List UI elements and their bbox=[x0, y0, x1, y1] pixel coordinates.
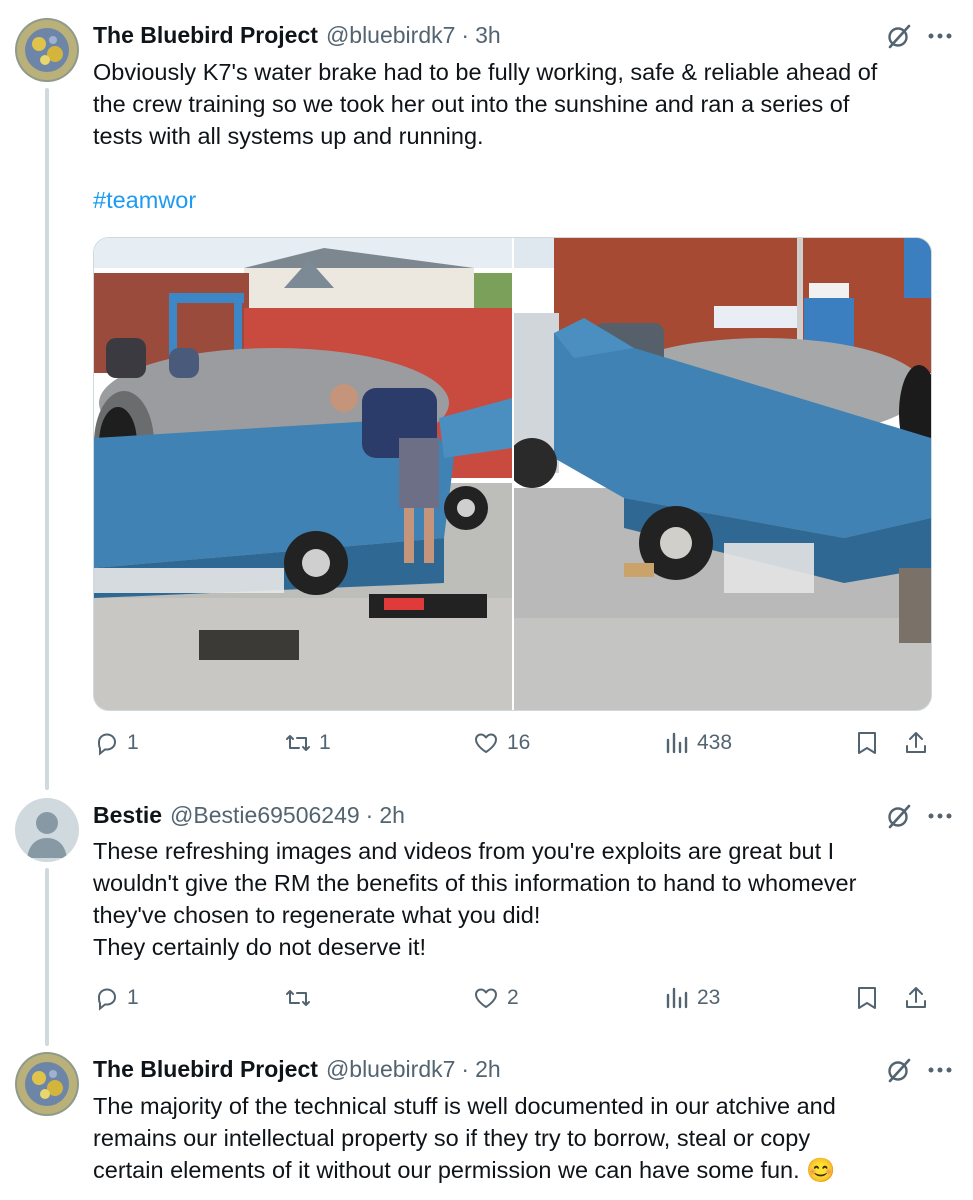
reply-count: 1 bbox=[127, 986, 139, 1009]
avatar[interactable] bbox=[15, 18, 79, 82]
like-button[interactable]: 16 bbox=[471, 729, 530, 757]
text-line: These refreshing images and videos from … bbox=[93, 838, 835, 864]
timestamp[interactable]: 2h bbox=[475, 1056, 501, 1083]
photo-right[interactable] bbox=[514, 238, 931, 710]
tweet-header: Bestie @Bestie69506249 · 2h bbox=[93, 800, 953, 830]
tweet[interactable]: The Bluebird Project @bluebirdk7 · 3h Ob… bbox=[0, 0, 973, 790]
avatar[interactable] bbox=[15, 1052, 79, 1116]
text-line: The majority of the technical stuff is w… bbox=[93, 1093, 836, 1119]
tweet-text: The majority of the technical stuff is w… bbox=[93, 1090, 943, 1186]
reply-button[interactable]: 1 bbox=[93, 984, 139, 1012]
like-count: 16 bbox=[507, 731, 531, 754]
share-icon[interactable] bbox=[903, 729, 929, 757]
repost-count: 1 bbox=[319, 731, 331, 754]
repost-icon bbox=[283, 729, 313, 757]
grok-icon[interactable] bbox=[885, 802, 913, 830]
tweet-header: The Bluebird Project @bluebirdk7 · 3h bbox=[93, 20, 953, 50]
like-button[interactable]: 2 bbox=[471, 984, 519, 1012]
photo-left[interactable] bbox=[94, 238, 514, 710]
tweet-text: Obviously K7's water brake had to be ful… bbox=[93, 56, 943, 216]
reply-count: 1 bbox=[127, 731, 139, 754]
tweet[interactable]: Bestie @Bestie69506249 · 2h These refres… bbox=[0, 790, 973, 1040]
repost-button[interactable]: 1 bbox=[283, 729, 331, 757]
timestamp[interactable]: 2h bbox=[379, 802, 405, 829]
views-count: 23 bbox=[697, 986, 721, 1009]
reply-icon bbox=[93, 729, 121, 757]
views-icon bbox=[663, 984, 691, 1012]
text-line: the crew training so we took her out int… bbox=[93, 91, 850, 117]
display-name[interactable]: The Bluebird Project bbox=[93, 22, 318, 49]
display-name[interactable]: The Bluebird Project bbox=[93, 1056, 318, 1083]
bookmark-icon[interactable] bbox=[855, 729, 879, 757]
views-icon bbox=[663, 729, 691, 757]
grok-icon[interactable] bbox=[885, 22, 913, 50]
display-name[interactable]: Bestie bbox=[93, 802, 162, 829]
more-icon[interactable] bbox=[927, 1066, 953, 1074]
handle[interactable]: @bluebirdk7 bbox=[326, 1056, 455, 1083]
share-icon[interactable] bbox=[903, 984, 929, 1012]
views-count: 438 bbox=[697, 731, 733, 754]
views-button[interactable]: 23 bbox=[663, 984, 720, 1012]
text-line: tests with all systems up and running. bbox=[93, 123, 484, 149]
media-grid bbox=[93, 237, 932, 711]
separator: · bbox=[461, 21, 470, 48]
reply-button[interactable]: 1 bbox=[93, 729, 139, 757]
more-icon[interactable] bbox=[927, 32, 953, 40]
text-line: they've chosen to regenerate what you di… bbox=[93, 902, 541, 928]
text-line: They certainly do not deserve it! bbox=[93, 934, 427, 960]
hashtag-link[interactable]: #teamwor bbox=[93, 187, 196, 213]
reply-icon bbox=[93, 984, 121, 1012]
tweet-actions: 1 1 16 438 bbox=[93, 729, 933, 761]
like-count: 2 bbox=[507, 986, 519, 1009]
text-line: Obviously K7's water brake had to be ful… bbox=[93, 59, 878, 85]
handle[interactable]: @bluebirdk7 bbox=[326, 22, 455, 49]
repost-icon bbox=[283, 984, 313, 1012]
text-line: certain elements of it without our permi… bbox=[93, 1157, 836, 1183]
separator: · bbox=[461, 1055, 470, 1082]
grok-icon[interactable] bbox=[885, 1056, 913, 1084]
like-icon bbox=[471, 984, 501, 1012]
tweet[interactable]: The Bluebird Project @bluebirdk7 · 2h Th… bbox=[0, 1040, 973, 1200]
repost-button[interactable] bbox=[283, 984, 319, 1012]
timestamp[interactable]: 3h bbox=[475, 22, 501, 49]
bookmark-icon[interactable] bbox=[855, 984, 879, 1012]
tweet-header: The Bluebird Project @bluebirdk7 · 2h bbox=[93, 1054, 953, 1084]
text-line: remains our intellectual property so if … bbox=[93, 1125, 811, 1151]
like-icon bbox=[471, 729, 501, 757]
avatar[interactable] bbox=[15, 798, 79, 862]
text-line: wouldn't give the RM the benefits of thi… bbox=[93, 870, 857, 896]
handle[interactable]: @Bestie69506249 bbox=[170, 802, 360, 829]
tweet-actions: 1 2 23 bbox=[93, 984, 933, 1016]
more-icon[interactable] bbox=[927, 812, 953, 820]
tweet-text: These refreshing images and videos from … bbox=[93, 835, 943, 963]
views-button[interactable]: 438 bbox=[663, 729, 732, 757]
separator: · bbox=[365, 801, 374, 828]
